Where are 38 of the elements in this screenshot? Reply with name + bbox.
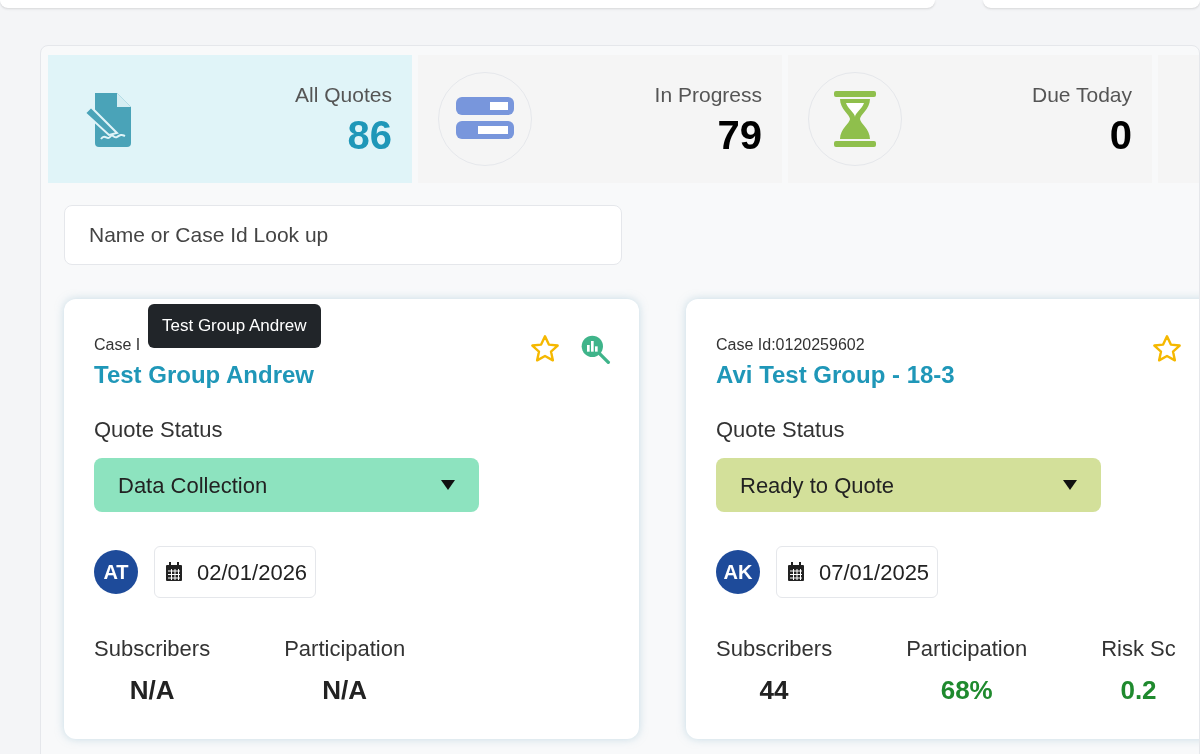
chart-search-icon[interactable] <box>579 333 611 365</box>
metric-value: 68% <box>940 674 993 707</box>
avatar: AT <box>94 550 138 594</box>
stat-count: 86 <box>347 111 392 159</box>
stat-tile[interactable]: In Progress 79 <box>418 55 782 183</box>
avatar: AK <box>716 550 760 594</box>
metric-label: Participation <box>906 635 1028 663</box>
metric-label: Participation <box>284 635 406 663</box>
stat-label: Due Today <box>1031 82 1132 109</box>
metric-value: N/A <box>322 674 368 707</box>
case-id: Case I <box>94 335 141 355</box>
metric-value: 0.2 <box>1120 674 1157 707</box>
date-field[interactable]: 07/01/2025 <box>776 546 939 598</box>
case-id: Case Id:0120259602 <box>716 335 865 355</box>
tooltip: Test Group Andrew <box>148 304 321 348</box>
stat-tile[interactable]: Due Today 0 <box>788 55 1152 183</box>
calendar-icon <box>165 562 183 582</box>
metric-label: Subscribers <box>94 635 211 663</box>
stat-count: 0 <box>1109 111 1132 159</box>
stat-tile[interactable]: All Quotes 86 <box>48 55 412 183</box>
metric-value: N/A <box>129 674 175 707</box>
caret-icon <box>441 480 455 490</box>
field-label: Quote Status <box>94 416 223 444</box>
stat-label: All Quotes <box>295 82 392 109</box>
caret-icon <box>1063 480 1077 490</box>
stat-count: 79 <box>717 111 762 159</box>
status-dropdown[interactable]: Ready to Quote <box>716 458 1101 512</box>
stacked-bars-icon <box>456 97 514 141</box>
hourglass-icon <box>834 91 876 147</box>
stat-label: In Progress <box>654 82 762 109</box>
metric-value: 44 <box>759 674 789 707</box>
status-dropdown[interactable]: Data Collection <box>94 458 479 512</box>
metric-label: Subscribers <box>716 635 833 663</box>
metric-label: Risk Sc <box>1101 635 1176 663</box>
date-field[interactable]: 02/01/2026 <box>154 546 317 598</box>
search-field[interactable]: Name or Case Id Look up <box>64 205 622 265</box>
calendar-icon <box>787 562 805 582</box>
field-label: Quote Status <box>716 416 845 444</box>
